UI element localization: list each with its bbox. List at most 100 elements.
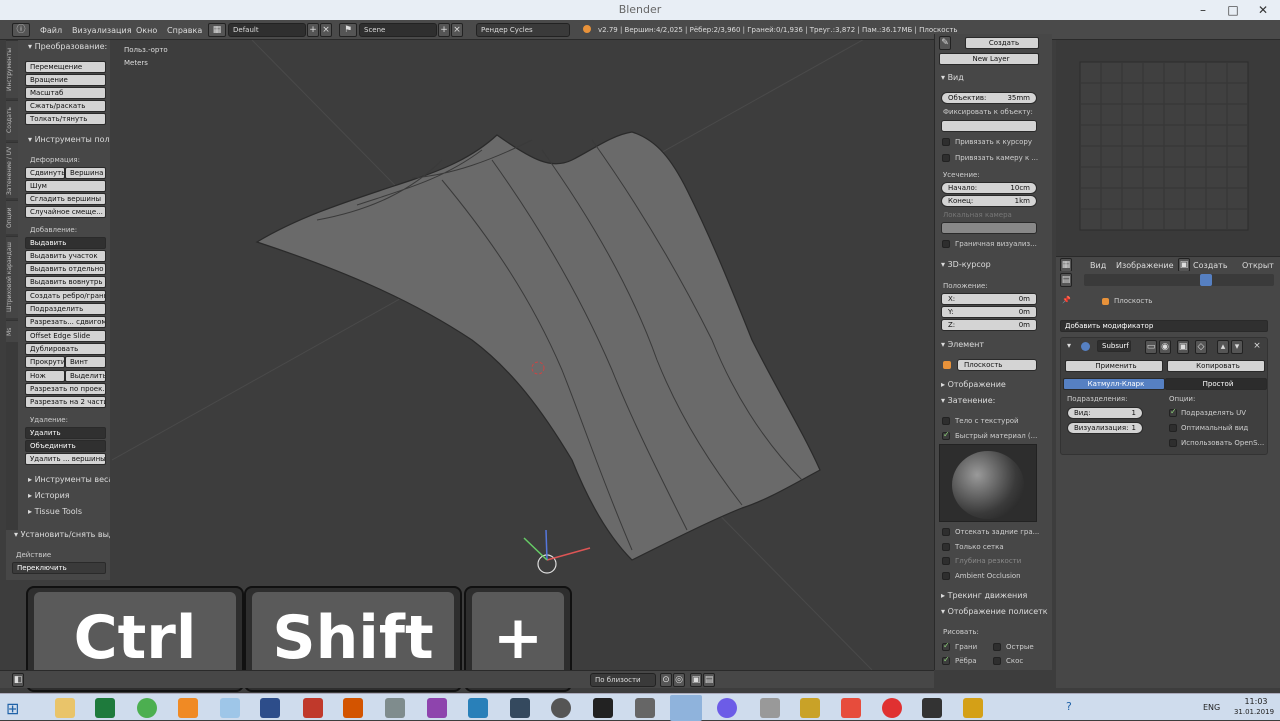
create-button[interactable]: Создать [965,37,1039,49]
excel-icon[interactable] [95,698,115,718]
history-panel[interactable]: ▸ История [28,491,70,500]
opera-icon[interactable] [882,698,902,718]
motion-tracking-header[interactable]: ▸ Трекинг движения [941,591,1027,600]
smooth-vertices-button[interactable]: Сгладить вершины [25,193,106,205]
uv-new-button[interactable]: Создать [1193,261,1228,270]
properties-context-tabs[interactable] [1084,274,1274,286]
view-levels-field[interactable]: Вид: 1 [1067,407,1143,419]
knife-select-button[interactable]: Выделить [65,370,106,382]
app-icon-12[interactable] [510,698,530,718]
app-icon-17[interactable] [717,698,737,718]
tab-ms[interactable]: Ms [6,320,18,342]
app-icon-19[interactable] [800,698,820,718]
tab-create[interactable]: Создать [6,100,18,140]
app-icon-23[interactable] [963,698,983,718]
glsl-icon[interactable]: ▤ [703,673,715,687]
inset-button[interactable]: Выдавить вовнутрь [25,276,106,288]
render-engine-select[interactable]: Рендер Cycles [476,23,570,37]
app-icon-8[interactable] [343,698,363,718]
lens-field[interactable]: Объектив: 35mm [941,92,1037,104]
app-icon-4[interactable] [178,698,198,718]
subdivide-uv-checkbox[interactable] [1169,407,1177,417]
add-layout-icon[interactable]: + [307,23,319,37]
app-icon-10[interactable] [427,698,447,718]
yandex-icon[interactable] [841,698,861,718]
delete-menu[interactable]: Удалить [25,427,106,439]
render-toggle-icon[interactable]: ◉ [1159,340,1171,354]
new-layer-button[interactable]: New Layer [939,53,1039,65]
knife-button[interactable]: Нож [25,370,65,382]
render-levels-field[interactable]: Визуализация: 1 [1067,422,1143,434]
move-up-icon[interactable]: ▴ [1217,340,1229,354]
only-render-checkbox[interactable] [942,543,950,551]
modifier-tab-icon[interactable] [1200,274,1212,286]
uv-image-editor[interactable] [1056,40,1280,256]
spin-button[interactable]: Прокрутить [25,356,65,368]
cursor-z-field[interactable]: Z: 0m [941,319,1037,331]
app-icon-9[interactable] [385,698,405,718]
tab-grease-pencil[interactable]: Штриховой карандаш [6,236,18,318]
mesh-tools-header[interactable]: ▾ Инструменты поли [28,135,110,144]
noise-button[interactable]: Шум [25,180,106,192]
merge-menu[interactable]: Объединить [25,440,106,452]
maximize-button[interactable]: □ [1218,0,1248,20]
randomize-button[interactable]: Случайное смеще... [25,206,106,218]
optimal-display-checkbox[interactable] [1169,424,1177,432]
move-down-icon[interactable]: ▾ [1231,340,1243,354]
tab-options[interactable]: Опции [6,200,18,234]
explorer-icon[interactable] [55,698,75,718]
chrome-icon[interactable] [137,698,157,718]
menu-window[interactable]: Окно [136,26,157,35]
close-button[interactable]: ✕ [1248,0,1278,20]
render-icon[interactable]: ▣ [690,673,702,687]
backface-checkbox[interactable] [942,528,950,536]
editmode-toggle-icon[interactable]: ▣ [1177,340,1189,354]
local-camera-field[interactable] [941,222,1037,234]
screen-layout-field[interactable]: Default [228,23,306,37]
proportional-icon[interactable]: ◎ [673,673,685,687]
tab-tools[interactable]: Инструменты [6,40,18,98]
image-browse-icon[interactable]: ▣ [1178,258,1190,272]
apply-button[interactable]: Применить [1065,360,1163,372]
copy-button[interactable]: Копировать [1167,360,1265,372]
help-tray-icon[interactable]: ? [1066,700,1072,713]
uv-editor-type-icon[interactable]: ▦ [1060,258,1072,272]
catmull-clark-button[interactable]: Катмулл-Кларк [1063,378,1165,390]
render-border-checkbox[interactable] [942,240,950,248]
app-icon-14[interactable] [593,698,613,718]
uv-open-button[interactable]: Открыт [1242,261,1274,270]
clip-start-field[interactable]: Начало: 10cm [941,182,1037,194]
blender-task-icon[interactable] [670,695,702,721]
app-icon-22[interactable] [922,698,942,718]
app-icon-15[interactable] [635,698,655,718]
menu-help[interactable]: Справка [167,26,202,35]
slide-button[interactable]: Сдвинуть [25,167,65,179]
rotate-button[interactable]: Вращение [25,74,106,86]
lock-object-field[interactable] [941,120,1037,132]
offset-edge-slide-button[interactable]: Offset Edge Slide [25,330,106,342]
lock-cursor-checkbox[interactable] [942,138,950,146]
snap-select[interactable]: По близости [590,673,656,687]
app-icon-11[interactable] [468,698,488,718]
uv-menu-image[interactable]: Изображение [1116,261,1174,270]
menu-render[interactable]: Визуализация [72,26,132,35]
app-icon-7[interactable] [303,698,323,718]
cursor-x-field[interactable]: X: 0m [941,293,1037,305]
add-scene-icon[interactable]: + [438,23,450,37]
clock-time[interactable]: 11:03 [1236,697,1276,706]
tab-shading-uv[interactable]: Затенение / UV [6,142,18,198]
properties-type-icon[interactable]: ▤ [1060,273,1072,287]
textured-solid-checkbox[interactable] [942,417,950,425]
start-button-icon[interactable]: ⊞ [6,699,19,718]
simple-button[interactable]: Простой [1165,378,1267,390]
duplicate-button[interactable]: Дублировать [25,343,106,355]
cage-toggle-icon[interactable]: ◇ [1195,340,1207,354]
loop-cut-slide-button[interactable]: Разрезать... сдвигом [25,316,106,328]
extrude-menu[interactable]: Выдавить [25,237,106,249]
lock-camera-checkbox[interactable] [942,154,950,162]
bisect-button[interactable]: Разрезать на 2 части [25,396,106,408]
uv-menu-view[interactable]: Вид [1090,261,1106,270]
knife-project-button[interactable]: Разрезать по проек... [25,383,106,395]
clip-end-field[interactable]: Конец: 1km [941,195,1037,207]
scene-icon[interactable]: ⚑ [339,23,357,37]
